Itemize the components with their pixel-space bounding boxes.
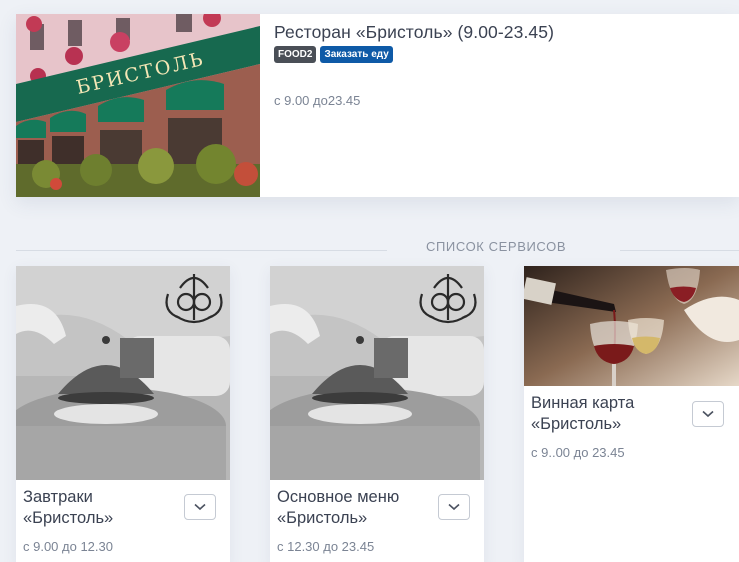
service-card-breakfast[interactable]: Завтраки «Бристоль» с 9.00 до 12.30 (16, 266, 230, 562)
chevron-down-icon (448, 503, 460, 511)
service-title-line1: Основное меню (277, 488, 400, 506)
service-title-wine[interactable]: Винная карта «Бристоль» (531, 393, 691, 435)
expand-toggle-button[interactable] (438, 494, 470, 520)
service-card-main-menu[interactable]: Основное меню «Бристоль» с 12.30 до 23.4… (270, 266, 484, 562)
restaurant-card[interactable]: БРИСТОЛЬ Ресторан «Бристоль» (9.00-23.45… (16, 14, 739, 197)
service-hours-breakfast: с 9.00 до 12.30 (23, 539, 113, 554)
service-title-line2: «Бристоль» (531, 415, 622, 433)
restaurant-title[interactable]: Ресторан «Бристоль» (9.00-23.45) (274, 22, 725, 43)
divider-line-left (16, 250, 387, 251)
restaurant-hours: с 9.00 до23.45 (274, 93, 361, 108)
services-section-title: СПИСОК СЕРВИСОВ (426, 239, 567, 254)
service-title-breakfast[interactable]: Завтраки «Бристоль» (23, 487, 183, 529)
service-card-wine[interactable]: Винная карта «Бристоль» с 9..00 до 23.45 (524, 266, 739, 562)
service-title-line1: Завтраки (23, 488, 93, 506)
service-title-line1: Винная карта (531, 394, 635, 412)
service-title-line2: «Бристоль» (23, 509, 114, 527)
service-hours-main-menu: с 12.30 до 23.45 (277, 539, 375, 554)
chevron-down-icon (702, 410, 714, 418)
divider-line-right (620, 250, 739, 251)
service-hours-wine: с 9..00 до 23.45 (531, 445, 625, 460)
services-section-header: СПИСОК СЕРВИСОВ (16, 236, 739, 258)
restaurant-photo: БРИСТОЛЬ (16, 14, 260, 197)
service-photo-main-menu (270, 266, 484, 480)
service-photo-wine (524, 266, 739, 386)
expand-toggle-button[interactable] (692, 401, 724, 427)
order-food-badge[interactable]: Заказать еду (320, 46, 393, 63)
service-photo-breakfast (16, 266, 230, 480)
service-title-line2: «Бристоль» (277, 509, 368, 527)
chevron-down-icon (194, 503, 206, 511)
service-title-main-menu[interactable]: Основное меню «Бристоль» (277, 487, 437, 529)
food2-badge: FOOD2 (274, 46, 317, 63)
expand-toggle-button[interactable] (184, 494, 216, 520)
